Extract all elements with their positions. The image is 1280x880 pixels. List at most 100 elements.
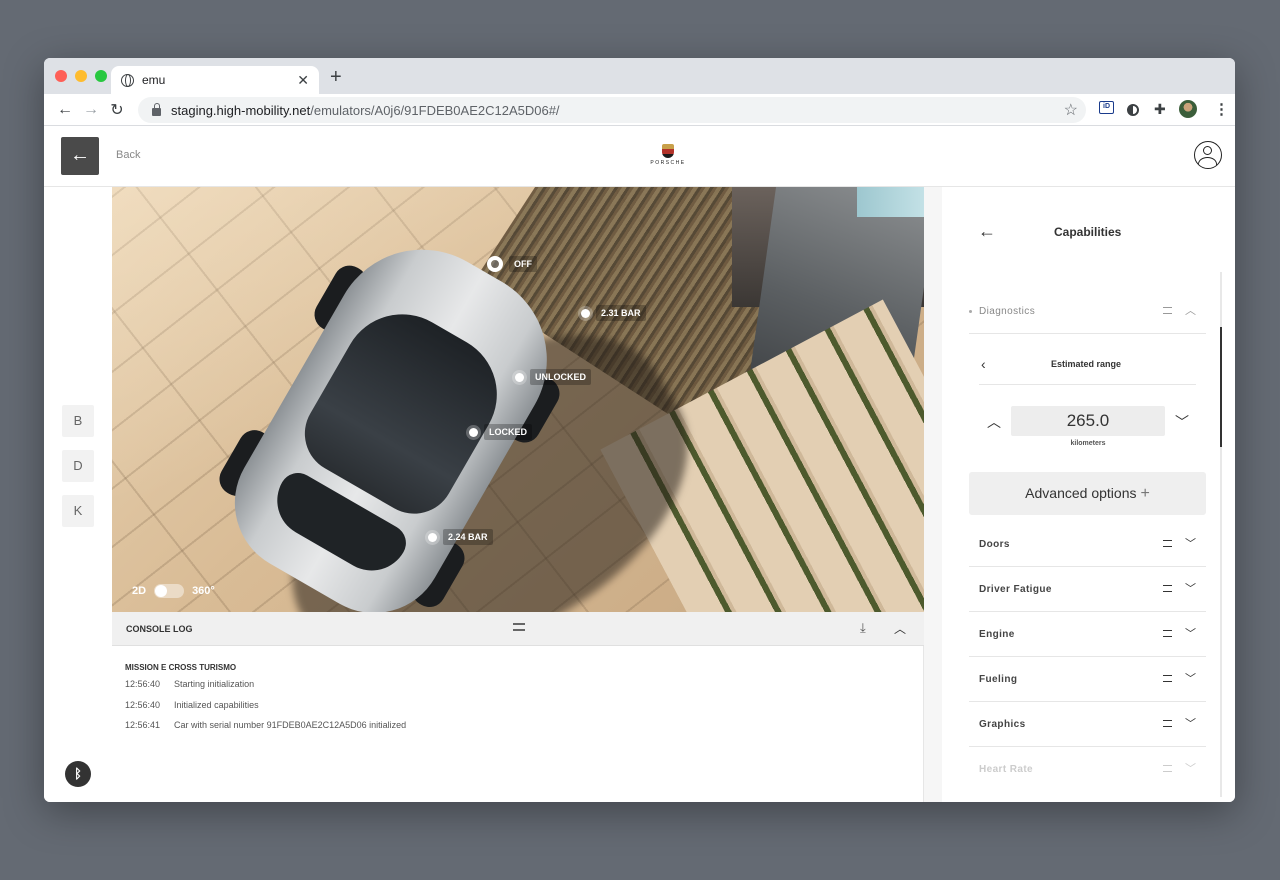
browser-toolbar: ← → ↻ staging.high-mobility.net/emulator…: [44, 94, 1235, 126]
log-time: 12:56:40: [125, 679, 161, 689]
back-label[interactable]: Back: [116, 149, 140, 161]
profile-body: [1198, 157, 1217, 168]
capability-name: Doors: [979, 539, 1010, 550]
chevron-down-icon[interactable]: ﹀: [1185, 535, 1196, 551]
console-vehicle-name: MISSION E CROSS TURISMO: [125, 663, 237, 672]
increment-chevron-up-icon[interactable]: ︿: [987, 412, 1001, 432]
browser-back-button[interactable]: ←: [52, 101, 78, 119]
capability-doors[interactable]: Doors ﹀: [969, 522, 1206, 567]
bullet-icon: [969, 310, 972, 313]
app-header: ← Back PORSCHE: [44, 126, 1235, 187]
rail-key-d[interactable]: D: [62, 450, 94, 482]
log-entry: 12:56:40 Starting initialization: [125, 679, 254, 689]
capability-graphics[interactable]: Graphics ﹀: [969, 702, 1206, 747]
bluetooth-icon[interactable]: ᛒ: [65, 761, 91, 787]
log-time: 12:56:41: [125, 720, 161, 730]
console-header: CONSOLE LOG ⤓ ︿: [112, 612, 924, 646]
hotspot-tire-rear-left[interactable]: 2.24 BAR: [428, 529, 493, 545]
chevron-down-icon[interactable]: ﹀: [1185, 760, 1196, 776]
maximize-window-button[interactable]: [95, 70, 107, 82]
url-path: /emulators/A0j6/91FDEB0AE2C12A5D06#/: [310, 102, 560, 118]
hotspot-door-front[interactable]: UNLOCKED: [515, 369, 591, 385]
advanced-options-label: Advanced options: [1025, 485, 1137, 501]
browser-tab[interactable]: emu ✕: [111, 66, 319, 94]
close-tab-icon[interactable]: ✕: [297, 72, 309, 89]
chevron-up-icon[interactable]: ︿: [1185, 302, 1196, 318]
capability-name: Diagnostics: [979, 306, 1036, 317]
range-value-input[interactable]: 265.0: [1011, 406, 1165, 436]
extension-id-icon[interactable]: iD: [1099, 101, 1114, 114]
reload-button[interactable]: ↻: [104, 100, 130, 120]
address-bar[interactable]: staging.high-mobility.net/emulators/A0j6…: [138, 97, 1086, 123]
minimize-window-button[interactable]: [75, 70, 87, 82]
chevron-down-icon[interactable]: ﹀: [1185, 670, 1196, 686]
chevron-up-icon[interactable]: ︿: [894, 620, 906, 637]
tab-title: emu: [142, 73, 166, 87]
porsche-crest-icon: [662, 144, 674, 158]
capability-fueling[interactable]: Fueling ﹀: [969, 657, 1206, 702]
view-mode-toggle: 2D 360°: [132, 584, 215, 598]
hotspot-label-door-rear: LOCKED: [484, 424, 532, 440]
extension-circle-icon[interactable]: [1127, 104, 1139, 116]
plus-icon: +: [1140, 485, 1150, 502]
view-mode-switch[interactable]: [154, 584, 185, 598]
drag-handle-icon[interactable]: [1163, 720, 1172, 727]
capability-name: Heart Rate: [979, 764, 1034, 775]
log-entry: 12:56:40 Initialized capabilities: [125, 700, 259, 710]
browser-forward-button[interactable]: →: [78, 101, 104, 119]
chevron-left-icon[interactable]: ‹: [981, 356, 986, 372]
browser-window: emu ✕ + ← → ↻ staging.high-mobility.net/…: [44, 58, 1235, 802]
advanced-options-button[interactable]: Advanced options +: [969, 472, 1206, 515]
drag-handle-icon[interactable]: [1163, 675, 1172, 682]
capability-name: Driver Fatigue: [979, 584, 1052, 595]
decrement-chevron-down-icon[interactable]: ﹀: [1175, 412, 1189, 432]
panel-scroll-thumb[interactable]: [1220, 327, 1222, 447]
app-back-button[interactable]: ←: [61, 137, 99, 175]
chevron-down-icon[interactable]: ﹀: [1185, 580, 1196, 596]
console-log: MISSION E CROSS TURISMO 12:56:40 Startin…: [112, 646, 924, 802]
capability-engine[interactable]: Engine ﹀: [969, 612, 1206, 657]
left-rail: B D K ᛒ: [44, 187, 112, 802]
console-title: CONSOLE LOG: [126, 624, 193, 634]
bookmark-star-icon[interactable]: ☆: [1064, 100, 1078, 120]
panel-back-arrow-icon[interactable]: ←: [978, 221, 996, 242]
lock-icon: [152, 103, 161, 116]
user-profile-icon[interactable]: [1194, 141, 1222, 169]
car-scene: OFF 2.31 BAR UNLOCKED LOCKED 2.24 BAR 2D…: [112, 187, 924, 612]
hotspot-door-rear[interactable]: LOCKED: [469, 424, 532, 440]
window-controls: [55, 70, 107, 82]
panel-title: Capabilities: [1054, 225, 1122, 239]
close-window-button[interactable]: [55, 70, 67, 82]
browser-profile-avatar[interactable]: [1179, 100, 1197, 118]
drag-handle-icon[interactable]: [1163, 307, 1172, 314]
browser-menu-icon[interactable]: ⋮: [1214, 100, 1229, 118]
hotspot-tire-front-right[interactable]: 2.31 BAR: [581, 305, 646, 321]
rail-key-b[interactable]: B: [62, 405, 94, 437]
rail-key-k[interactable]: K: [62, 495, 94, 527]
extensions-puzzle-icon[interactable]: ✚: [1154, 101, 1166, 118]
hotspot-dot: [515, 372, 524, 382]
new-tab-button[interactable]: +: [330, 67, 342, 87]
capability-heart-rate[interactable]: Heart Rate ﹀: [969, 747, 1206, 792]
toggle-label-360: 360°: [192, 585, 215, 597]
hotspot-roof[interactable]: OFF: [487, 256, 537, 272]
arrow-left-icon: ←: [70, 144, 90, 166]
log-message: Car with serial number 91FDEB0AE2C12A5D0…: [174, 720, 407, 730]
porsche-logo: PORSCHE: [646, 144, 690, 168]
chevron-down-icon[interactable]: ﹀: [1185, 715, 1196, 731]
capability-driver-fatigue[interactable]: Driver Fatigue ﹀: [969, 567, 1206, 612]
drag-handle-icon[interactable]: [1163, 630, 1172, 637]
capability-name: Engine: [979, 629, 1015, 640]
hotspot-label-roof: OFF: [509, 256, 537, 272]
toggle-label-2d: 2D: [132, 585, 147, 597]
drag-handle-icon[interactable]: [513, 623, 525, 631]
drag-handle-icon[interactable]: [1163, 540, 1172, 547]
capability-diagnostics[interactable]: Diagnostics ︿: [969, 289, 1206, 334]
download-icon[interactable]: ⤓: [860, 620, 866, 636]
hotspot-dot: [581, 308, 590, 318]
drag-handle-icon[interactable]: [1163, 765, 1172, 772]
log-time: 12:56:40: [125, 700, 161, 710]
drag-handle-icon[interactable]: [1163, 585, 1172, 592]
chevron-down-icon[interactable]: ﹀: [1185, 625, 1196, 641]
property-title: Estimated range: [1051, 359, 1122, 369]
